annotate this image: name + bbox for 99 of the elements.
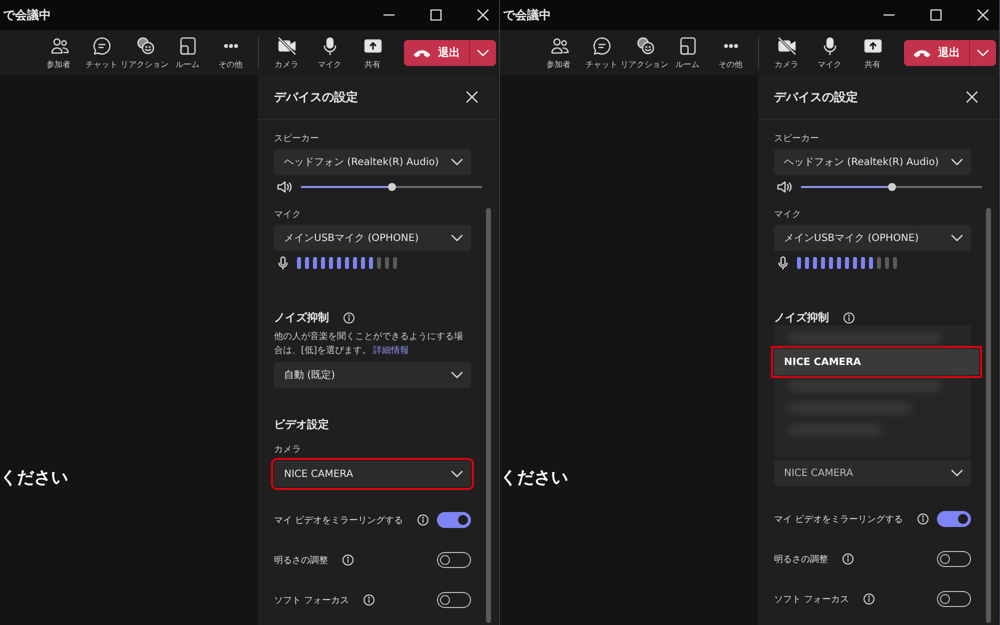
info-icon (416, 514, 429, 526)
chevron-down-icon (951, 469, 963, 477)
leave-button[interactable]: 退出 (404, 40, 496, 66)
smiley-icon (634, 36, 654, 56)
setting-label: マイ ビデオをミラーリングする (274, 514, 403, 526)
menu-option[interactable]: NICE CAMERA (774, 349, 979, 375)
chat-icon (92, 36, 112, 56)
maximize-icon[interactable] (930, 9, 942, 21)
speaker-icon (777, 180, 793, 194)
setting-label: ソフト フォーカス (774, 594, 849, 606)
people-icon (548, 36, 568, 56)
setting-label: マイ ビデオをミラーリングする (774, 514, 903, 526)
more-icon (224, 44, 238, 48)
chevron-down-icon (951, 234, 963, 242)
share-button[interactable]: 共有 (851, 36, 894, 70)
people-button[interactable]: 参加者 (537, 36, 580, 70)
microphone-dropdown[interactable]: メインUSBマイク (OPHONE) (774, 225, 971, 251)
info-icon (343, 312, 355, 324)
info-icon (916, 513, 929, 525)
chat-button[interactable]: チャット (580, 36, 623, 70)
people-icon (48, 36, 68, 56)
smiley-icon (134, 36, 154, 56)
field-label: カメラ (274, 444, 301, 457)
camera-button[interactable]: カメラ (265, 36, 308, 70)
setting-label: 明るさの調整 (274, 554, 328, 566)
chevron-down-icon (451, 371, 463, 379)
room-button[interactable]: ルーム (666, 36, 709, 70)
room-icon (678, 36, 698, 56)
close-icon[interactable] (477, 9, 489, 21)
maximize-icon[interactable] (430, 9, 442, 21)
info-icon (342, 554, 354, 566)
camera-off-icon (276, 36, 296, 56)
close-icon[interactable] (966, 91, 978, 103)
more-button[interactable]: その他 (709, 36, 752, 70)
section-heading: ノイズ抑制 (774, 310, 829, 326)
caption-text: ください (500, 467, 568, 489)
more-button[interactable]: その他 (209, 36, 252, 70)
scrollbar[interactable] (486, 208, 491, 623)
people-button[interactable]: 参加者 (37, 36, 80, 70)
chat-button[interactable]: チャット (80, 36, 123, 70)
mic-button[interactable]: マイク (308, 36, 351, 70)
camera-off-icon (776, 36, 796, 56)
leave-button[interactable]: 退出 (904, 40, 996, 66)
caption-text: ください (0, 467, 68, 489)
close-icon[interactable] (466, 91, 478, 103)
setting-label: ソフト フォーカス (274, 594, 349, 606)
section-heading: ノイズ抑制 (274, 310, 329, 326)
room-icon (178, 36, 198, 56)
caret-icon (477, 48, 489, 56)
share-button[interactable]: 共有 (351, 36, 394, 70)
chevron-down-icon (451, 158, 463, 166)
info-icon (362, 594, 375, 606)
toggle-switch[interactable] (437, 552, 471, 568)
setting-label: 明るさの調整 (774, 554, 828, 566)
close-icon[interactable] (977, 9, 989, 21)
info-icon (862, 593, 875, 605)
description-text: 他の人が音楽を聞くことができるようにする場合は、[低]を選びます。 詳細情報 (274, 330, 464, 358)
scrollbar[interactable] (986, 208, 991, 623)
speaker-dropdown[interactable]: ヘッドフォン (Realtek(R) Audio) (774, 149, 971, 175)
chevron-down-icon (451, 470, 463, 478)
section-heading: ビデオ設定 (274, 417, 329, 433)
reaction-button[interactable]: リアクション (623, 36, 666, 70)
details-link[interactable]: 詳細情報 (373, 346, 410, 356)
chevron-down-icon (951, 158, 963, 166)
field-label: スピーカー (274, 132, 319, 146)
toggle-switch[interactable] (937, 551, 971, 567)
camera-button[interactable]: カメラ (765, 36, 808, 70)
toggle-switch[interactable] (437, 512, 471, 528)
camera-dropdown[interactable]: NICE CAMERA (274, 461, 471, 487)
reaction-button[interactable]: リアクション (123, 36, 166, 70)
chevron-down-icon (451, 234, 463, 242)
microphone-icon (778, 256, 788, 270)
camera-dropdown[interactable]: NICE CAMERA (774, 460, 971, 486)
field-label: マイク (774, 209, 801, 222)
panel-title: デバイスの設定 (774, 88, 858, 106)
more-icon (724, 44, 738, 48)
toggle-switch[interactable] (937, 511, 971, 527)
field-label: スピーカー (774, 132, 819, 146)
speaker-dropdown[interactable]: ヘッドフォン (Realtek(R) Audio) (274, 149, 471, 175)
microphone-icon (278, 256, 288, 270)
toggle-switch[interactable] (437, 592, 471, 608)
slider-thumb[interactable] (888, 183, 896, 191)
caret-icon (977, 48, 989, 56)
room-button[interactable]: ルーム (166, 36, 209, 70)
info-icon (843, 312, 855, 324)
toggle-switch[interactable] (937, 591, 971, 607)
noise-dropdown[interactable]: 自動 (既定) (274, 362, 471, 388)
field-label: マイク (274, 209, 301, 222)
window-title: で会議中 (3, 6, 51, 24)
chat-icon (592, 36, 612, 56)
mic-button[interactable]: マイク (808, 36, 851, 70)
microphone-dropdown[interactable]: メインUSBマイク (OPHONE) (274, 225, 471, 251)
phone-hangup-icon (413, 48, 431, 58)
window-title: で会議中 (503, 6, 551, 24)
speaker-icon (277, 180, 293, 194)
slider-thumb[interactable] (388, 183, 396, 191)
panel-title: デバイスの設定 (274, 88, 358, 106)
info-icon (842, 553, 854, 565)
phone-hangup-icon (913, 48, 931, 58)
